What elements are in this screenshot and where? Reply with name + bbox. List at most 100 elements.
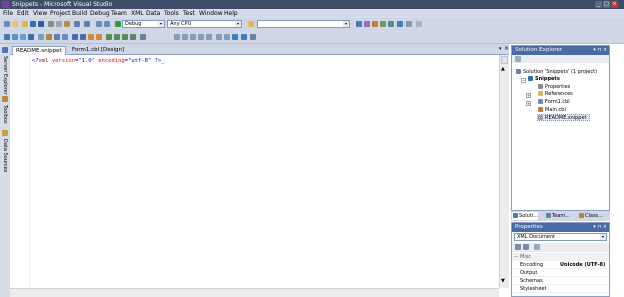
tab-form1-design[interactable]: Form1.cbl [Design]: [69, 46, 127, 55]
split-window-handle[interactable]: [501, 56, 508, 64]
open-file-icon[interactable]: [22, 21, 28, 27]
align-right-icon[interactable]: [198, 34, 204, 40]
alphabetical-icon[interactable]: [523, 244, 529, 250]
tree-item-project[interactable]: Snippets: [528, 76, 560, 83]
increase-indent-icon[interactable]: [80, 34, 86, 40]
menu-edit[interactable]: Edit: [17, 10, 29, 17]
bring-to-front-icon[interactable]: [216, 34, 222, 40]
categorized-icon[interactable]: [515, 244, 521, 250]
panel-pin-close-icons[interactable]: ▾ ⊓ ×: [593, 223, 607, 232]
lock-controls-icon[interactable]: [241, 34, 247, 40]
property-pages-icon[interactable]: [534, 244, 540, 250]
editor-vertical-scrollbar[interactable]: ▲ ▼: [499, 55, 509, 288]
property-row-encoding[interactable]: Encoding Unicode (UTF-8): [512, 261, 609, 269]
navigate-forward-icon[interactable]: [104, 21, 110, 27]
toggle-bookmark-icon[interactable]: [106, 34, 112, 40]
save-all-icon[interactable]: [38, 21, 44, 27]
quick-info-icon[interactable]: [54, 34, 60, 40]
previous-bookmark-icon[interactable]: [114, 34, 120, 40]
comment-lines-icon[interactable]: [88, 34, 94, 40]
solution-platform-dropdown[interactable]: Any CPU ▾: [167, 20, 242, 28]
undo-icon[interactable]: [74, 21, 80, 27]
paste-icon[interactable]: [64, 21, 70, 27]
uncomment-lines-icon[interactable]: [96, 34, 102, 40]
toolbox-icon[interactable]: [380, 21, 386, 27]
next-bookmark-icon[interactable]: [122, 34, 128, 40]
tree-item-form1[interactable]: Form1.cbl: [538, 99, 570, 106]
editor-horizontal-scrollbar[interactable]: [10, 288, 499, 297]
properties-window-icon[interactable]: [364, 21, 370, 27]
layout-icon[interactable]: [174, 34, 180, 40]
extension-manager-icon[interactable]: [397, 21, 403, 27]
clear-bookmarks-icon[interactable]: [130, 34, 136, 40]
scroll-up-icon[interactable]: ▲: [501, 66, 505, 72]
parameter-info-icon[interactable]: [46, 34, 52, 40]
expand-icon[interactable]: +: [526, 93, 531, 98]
properties-category[interactable]: − Misc: [512, 253, 609, 261]
property-row-output[interactable]: Output: [512, 269, 609, 277]
menu-data[interactable]: Data: [146, 10, 160, 17]
collapse-icon[interactable]: −: [521, 78, 526, 83]
tab-team-explorer[interactable]: Team...: [545, 212, 570, 220]
minimize-button[interactable]: _: [595, 1, 602, 8]
complete-word-icon[interactable]: [62, 34, 68, 40]
data-sources-tab[interactable]: Data Sources: [1, 130, 9, 172]
menu-view[interactable]: View: [33, 10, 47, 17]
menu-build[interactable]: Build: [72, 10, 87, 17]
xslt-icon[interactable]: [12, 34, 18, 40]
menu-project[interactable]: Project: [50, 10, 71, 17]
tree-item-main[interactable]: Main.cbl: [538, 107, 566, 114]
property-row-stylesheet[interactable]: Stylesheet: [512, 285, 609, 293]
close-button[interactable]: ×: [611, 1, 618, 8]
align-center-icon[interactable]: [190, 34, 196, 40]
tree-item-readme-snippet[interactable]: README.snippet: [537, 114, 590, 121]
decrease-indent-icon[interactable]: [72, 34, 78, 40]
menu-test[interactable]: Test: [183, 10, 195, 17]
send-to-back-icon[interactable]: [224, 34, 230, 40]
scroll-down-icon[interactable]: ▼: [501, 278, 505, 284]
find-combo[interactable]: ▾: [257, 20, 350, 28]
menu-file[interactable]: File: [3, 10, 13, 17]
properties-icon[interactable]: [515, 56, 521, 62]
property-row-schemas[interactable]: Schemas: [512, 277, 609, 285]
close-document-icon[interactable]: ×: [504, 45, 509, 52]
object-browser-icon[interactable]: [372, 21, 378, 27]
toolbox-tab[interactable]: Toolbox: [1, 96, 9, 126]
solution-explorer-icon[interactable]: [356, 21, 362, 27]
toolbar-options-icon[interactable]: [140, 34, 146, 40]
start-debugging-icon[interactable]: [115, 21, 121, 27]
new-project-icon[interactable]: [4, 21, 10, 27]
tab-list-icon[interactable]: ▾: [499, 46, 502, 52]
copy-icon[interactable]: [56, 21, 62, 27]
find-in-files-icon[interactable]: [248, 21, 254, 27]
start-page-icon[interactable]: [388, 21, 394, 27]
server-explorer-tab[interactable]: Server Explorer: [1, 47, 9, 95]
menu-tools[interactable]: Tools: [164, 10, 179, 17]
debug-xslt-icon[interactable]: [20, 34, 26, 40]
menu-debug[interactable]: Debug: [90, 10, 110, 17]
tab-order-icon[interactable]: [232, 34, 238, 40]
toolbar-options-icon[interactable]: [416, 21, 422, 27]
code-editor[interactable]: <?xml version="1.0" encoding="utf-8" ?>_: [10, 55, 499, 288]
solution-configuration-dropdown[interactable]: Debug ▾: [122, 20, 165, 28]
tab-readme-snippet[interactable]: README.snippet: [12, 46, 66, 55]
tab-class-view[interactable]: Class...: [578, 212, 603, 220]
menu-window[interactable]: Window: [199, 10, 223, 17]
menu-team[interactable]: Team: [111, 10, 127, 17]
maximize-button[interactable]: □: [603, 1, 610, 8]
make-same-size-icon[interactable]: [206, 34, 212, 40]
xml-schema-icon[interactable]: [4, 34, 10, 40]
tab-solution-explorer[interactable]: Soluti...: [512, 212, 538, 220]
align-left-icon[interactable]: [182, 34, 188, 40]
add-item-icon[interactable]: [12, 21, 18, 27]
cut-icon[interactable]: [48, 21, 54, 27]
properties-object-dropdown[interactable]: XML Document ▾: [514, 233, 607, 241]
redo-icon[interactable]: [84, 21, 90, 27]
create-schema-icon[interactable]: [28, 34, 34, 40]
toolbar-options-icon[interactable]: [250, 34, 256, 40]
save-icon[interactable]: [30, 21, 36, 27]
panel-pin-close-icons[interactable]: ▾ ⊓ ×: [593, 46, 607, 55]
code-line-1[interactable]: <?xml version="1.0" encoding="utf-8" ?>_: [32, 58, 165, 65]
tree-item-solution[interactable]: Solution 'Snippets' (1 project): [516, 69, 597, 76]
more-windows-icon[interactable]: [406, 21, 412, 27]
